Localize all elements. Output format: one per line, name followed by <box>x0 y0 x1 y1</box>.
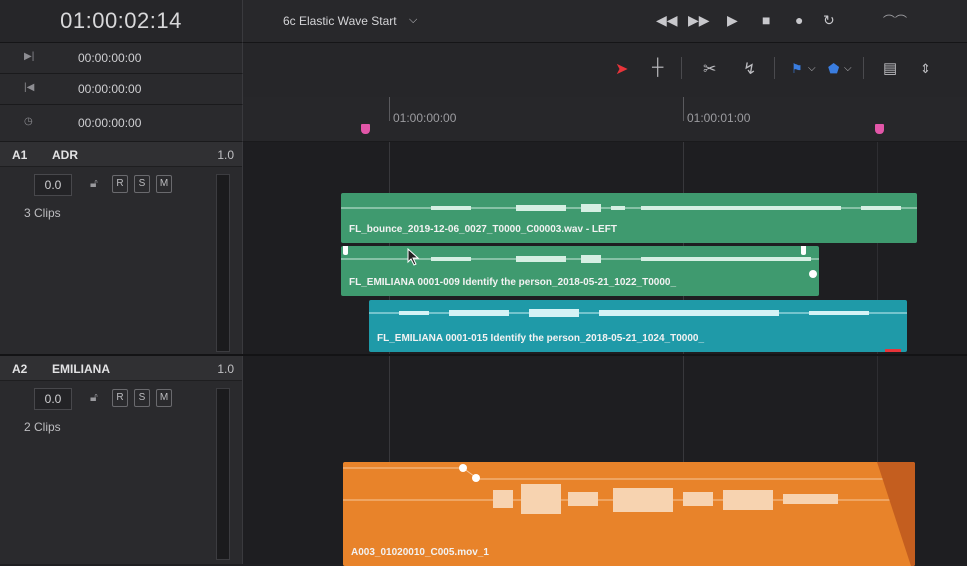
track-name[interactable]: ADR <box>52 148 78 162</box>
timecode-display: 01:00:02:14 <box>60 8 182 33</box>
solo-button[interactable]: S <box>134 389 150 407</box>
timeline-dropdown-icon[interactable]: ⌵ <box>409 14 417 27</box>
record-arm-button[interactable]: R <box>112 175 128 193</box>
track-level: 1.0 <box>217 362 234 376</box>
clip-count: 2 Clips <box>24 420 61 434</box>
out-point-value[interactable]: 00:00:00:00 <box>78 82 141 96</box>
clip-label: FL_bounce_2019-12-06_0027_T0000_C00003.w… <box>349 224 617 235</box>
track-separator <box>0 354 967 356</box>
toolbar-divider <box>774 57 775 79</box>
lock-icon[interactable]: 🔓︎ <box>90 390 98 405</box>
clip-handle-left[interactable] <box>343 246 348 255</box>
volume-field[interactable]: 0.0 <box>34 174 72 196</box>
fade-handle[interactable] <box>809 270 817 278</box>
fast-forward-icon[interactable]: ▶▶ <box>688 12 710 29</box>
automation-icon[interactable]: ⌒⌒ <box>883 12 907 29</box>
clip-label: FL_EMILIANA 0001-009 Identify the person… <box>349 277 677 288</box>
duration-value[interactable]: 00:00:00:00 <box>78 116 141 130</box>
in-point-row[interactable]: ▶| 00:00:00:00 <box>0 43 243 74</box>
track-title-bar[interactable]: A2 EMILIANA 1.0 <box>0 356 242 381</box>
in-point-value[interactable]: 00:00:00:00 <box>78 51 141 65</box>
track-title-bar[interactable]: A1 ADR 1.0 <box>0 142 242 167</box>
lock-icon[interactable]: 🔓︎ <box>90 176 98 191</box>
loop-icon[interactable]: ↻ <box>823 12 835 29</box>
toolbar-divider <box>863 57 864 79</box>
range-tool-icon[interactable]: ┼ <box>652 59 663 77</box>
flag-icon[interactable]: ⚑ <box>791 61 803 77</box>
stop-icon[interactable]: ■ <box>762 12 770 28</box>
zoom-stepper-icon[interactable]: ⇕ <box>920 61 931 77</box>
timeline-marker[interactable] <box>361 124 370 134</box>
timeline-ruler[interactable]: 01:00:00:00 01:00:01:00 <box>243 97 967 142</box>
ruler-tick <box>389 97 390 121</box>
clip-count: 3 Clips <box>24 206 61 220</box>
audio-clip[interactable]: FL_EMILIANA 0001-015 Identify the person… <box>369 300 907 352</box>
timeline-view-icon[interactable]: ▤ <box>883 59 897 77</box>
clock-icon: ◷ <box>24 116 33 127</box>
timeline-area[interactable]: FL_bounce_2019-12-06_0027_T0000_C00003.w… <box>243 142 967 566</box>
track-header-a2: A2 EMILIANA 1.0 0.0 🔓︎ R S M 2 Clips <box>0 356 243 564</box>
level-meter <box>216 388 230 560</box>
rewind-icon[interactable]: ◀◀ <box>656 12 678 29</box>
record-arm-button[interactable]: R <box>112 389 128 407</box>
timeline-marker[interactable] <box>875 124 884 134</box>
record-icon[interactable]: ● <box>795 12 803 28</box>
marker-icon[interactable]: ⬟ <box>828 61 839 77</box>
timeline-name[interactable]: 6c Elastic Wave Start <box>283 14 397 28</box>
razor-icon[interactable]: ✂ <box>703 59 716 79</box>
mute-button[interactable]: M <box>156 175 172 193</box>
pointer-tool-icon[interactable]: ➤ <box>615 59 628 79</box>
level-meter <box>216 174 230 352</box>
track-id: A2 <box>12 362 28 376</box>
marker-dropdown-icon[interactable]: ⌵ <box>844 63 852 74</box>
mouse-cursor-icon <box>407 248 420 266</box>
video-audio-clip[interactable]: A003_01020010_C005.mov_1 <box>343 462 915 566</box>
edit-toolbar: ➤ ┼ ✂ ↯ ⚑ ⌵ ⬟ ⌵ ▤ ⇕ <box>243 43 967 97</box>
clip-label: FL_EMILIANA 0001-015 Identify the person… <box>377 333 705 344</box>
solo-button[interactable]: S <box>134 175 150 193</box>
out-point-row[interactable]: |◀ 00:00:00:00 <box>0 74 243 105</box>
toolbar-divider <box>681 57 682 79</box>
track-level: 1.0 <box>217 148 234 162</box>
clip-label: A003_01020010_C005.mov_1 <box>351 547 489 558</box>
clip-handle-right[interactable] <box>801 246 806 255</box>
flag-dropdown-icon[interactable]: ⌵ <box>808 63 816 74</box>
ruler-label: 01:00:00:00 <box>393 111 457 125</box>
clip-waveform <box>341 204 917 212</box>
duration-row[interactable]: ◷ 00:00:00:00 <box>0 105 243 142</box>
out-point-icon: |◀ <box>24 82 35 93</box>
track-id: A1 <box>12 148 28 162</box>
ruler-label: 01:00:01:00 <box>687 111 751 125</box>
audio-clip[interactable]: FL_bounce_2019-12-06_0027_T0000_C00003.w… <box>341 193 917 243</box>
volume-field[interactable]: 0.0 <box>34 388 72 410</box>
snap-icon[interactable]: ↯ <box>743 59 756 79</box>
clip-waveform <box>369 309 907 317</box>
in-point-icon: ▶| <box>24 51 35 62</box>
current-timecode: 01:00:02:14 <box>0 0 243 43</box>
mute-button[interactable]: M <box>156 389 172 407</box>
track-header-a1: A1 ADR 1.0 0.0 🔓︎ R S M 3 Clips <box>0 142 243 354</box>
track-name[interactable]: EMILIANA <box>52 362 110 376</box>
ruler-tick <box>683 97 684 121</box>
play-icon[interactable]: ▶ <box>727 12 738 29</box>
timeline-top-bar: 6c Elastic Wave Start ⌵ ◀◀ ▶▶ ▶ ■ ● ↻ ⌒⌒ <box>243 0 967 43</box>
clip-indicator <box>885 349 901 352</box>
